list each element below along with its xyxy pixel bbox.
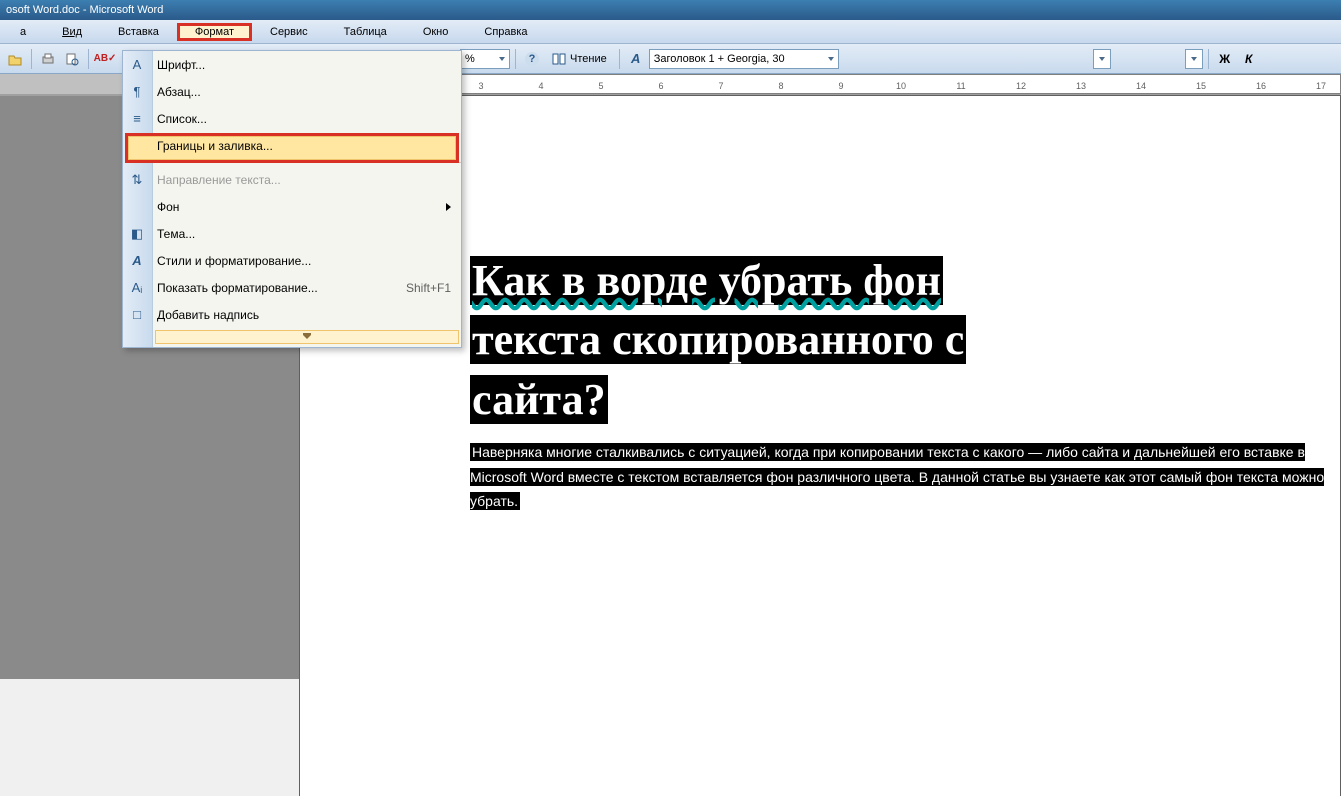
separator bbox=[619, 49, 620, 69]
menu-format[interactable]: Формат bbox=[177, 23, 252, 41]
ruler-tick: 3 bbox=[478, 81, 483, 91]
ruler-tick: 10 bbox=[896, 81, 906, 91]
doc-paragraph[interactable]: Наверняка многие сталкивались с ситуацие… bbox=[460, 434, 1340, 532]
style-value: Заголовок 1 + Georgia, 30 bbox=[654, 53, 785, 65]
reveal-icon: Aᵢ bbox=[129, 280, 145, 296]
textbox-icon: □ bbox=[129, 307, 145, 323]
separator bbox=[1208, 49, 1209, 69]
list-icon: ≡ bbox=[129, 111, 145, 127]
ruler-tick: 17 bbox=[1316, 81, 1326, 91]
zoom-combo[interactable]: % bbox=[460, 49, 510, 69]
submenu-arrow-icon bbox=[446, 203, 451, 211]
menu-help[interactable]: Справка bbox=[466, 23, 545, 41]
ruler-tick: 8 bbox=[778, 81, 783, 91]
dd-borders-shading[interactable]: Границы и заливка... bbox=[123, 132, 461, 159]
dd-textbox[interactable]: □ Добавить надпись bbox=[123, 301, 461, 328]
ruler-tick: 4 bbox=[538, 81, 543, 91]
ruler-tick: 9 bbox=[838, 81, 843, 91]
window-titlebar: osoft Word.doc - Microsoft Word bbox=[0, 0, 1341, 20]
window-title: osoft Word.doc - Microsoft Word bbox=[6, 4, 163, 16]
dropdown-separator bbox=[155, 162, 461, 163]
dd-list[interactable]: ≡ Список... bbox=[123, 105, 461, 132]
ruler-tick: 15 bbox=[1196, 81, 1206, 91]
ruler-tick: 13 bbox=[1076, 81, 1086, 91]
font-icon: A bbox=[129, 57, 145, 73]
dropdown-expand[interactable] bbox=[155, 330, 459, 344]
menu-table[interactable]: Таблица bbox=[326, 23, 405, 41]
ruler-tick: 7 bbox=[718, 81, 723, 91]
styles-icon: A bbox=[129, 253, 145, 269]
ruler-tick: 11 bbox=[956, 81, 965, 91]
help-btn[interactable]: ? bbox=[521, 48, 543, 70]
direction-icon: ⇅ bbox=[129, 172, 145, 188]
reading-mode-btn[interactable]: Чтение bbox=[545, 48, 614, 70]
menu-view[interactable]: Вид bbox=[44, 23, 100, 41]
ruler-tick: 6 bbox=[658, 81, 663, 91]
style-icon[interactable]: A bbox=[625, 48, 647, 70]
preview-btn[interactable] bbox=[61, 48, 83, 70]
menu-insert[interactable]: Вставка bbox=[100, 23, 177, 41]
dd-paragraph[interactable]: ¶ Абзац... bbox=[123, 78, 461, 105]
separator bbox=[31, 49, 32, 69]
dd-font[interactable]: A Шрифт... bbox=[123, 51, 461, 78]
separator bbox=[515, 49, 516, 69]
theme-icon: ◧ bbox=[129, 226, 145, 242]
doc-heading[interactable]: Как в ворде убрать фон текста скопирован… bbox=[460, 246, 1340, 434]
shortcut-label: Shift+F1 bbox=[406, 281, 451, 295]
dd-reveal-formatting[interactable]: Aᵢ Показать форматирование... Shift+F1 bbox=[123, 274, 461, 301]
ruler-tick: 16 bbox=[1256, 81, 1266, 91]
italic-btn[interactable]: К bbox=[1238, 48, 1260, 70]
style-combo[interactable]: Заголовок 1 + Georgia, 30 bbox=[649, 49, 839, 69]
open-btn[interactable] bbox=[4, 48, 26, 70]
menubar: а Вид Вставка Формат Сервис Таблица Окно… bbox=[0, 20, 1341, 44]
menu-window[interactable]: Окно bbox=[405, 23, 467, 41]
ruler-tick: 12 bbox=[1016, 81, 1026, 91]
print-btn[interactable] bbox=[37, 48, 59, 70]
paragraph-icon: ¶ bbox=[129, 84, 145, 100]
dd-styles[interactable]: A Стили и форматирование... bbox=[123, 247, 461, 274]
dd-background[interactable]: Фон bbox=[123, 193, 461, 220]
spellcheck-btn[interactable]: AB✓ bbox=[94, 48, 116, 70]
bold-btn[interactable]: Ж bbox=[1214, 48, 1236, 70]
separator bbox=[88, 49, 89, 69]
menu-tools[interactable]: Сервис bbox=[252, 23, 326, 41]
ruler-tick: 14 bbox=[1136, 81, 1146, 91]
reading-label: Чтение bbox=[570, 53, 607, 65]
ruler-tick: 5 bbox=[598, 81, 603, 91]
size-combo-arrow[interactable] bbox=[1185, 49, 1203, 69]
format-dropdown: A Шрифт... ¶ Абзац... ≡ Список... Границ… bbox=[122, 50, 462, 348]
dd-text-direction: ⇅ Направление текста... bbox=[123, 166, 461, 193]
menu-file[interactable]: а bbox=[2, 23, 44, 41]
dd-theme[interactable]: ◧ Тема... bbox=[123, 220, 461, 247]
font-combo-arrow[interactable] bbox=[1093, 49, 1111, 69]
